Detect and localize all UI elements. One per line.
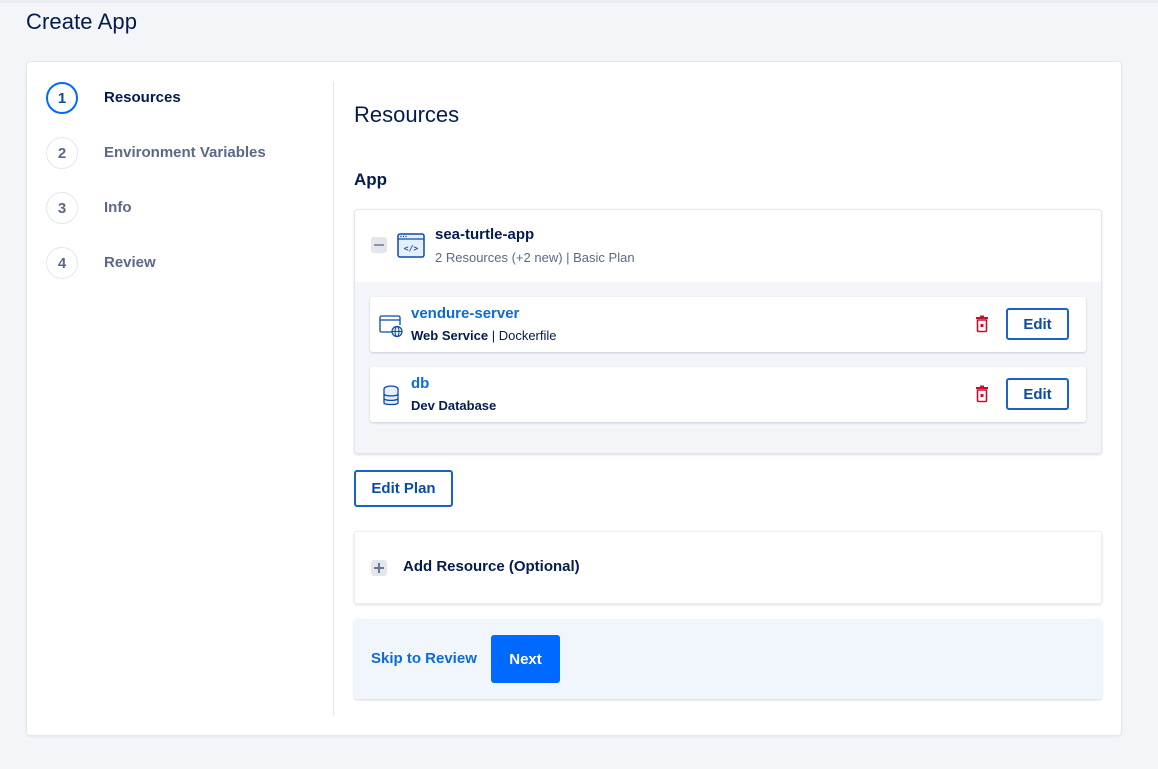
collapse-icon[interactable]	[371, 237, 387, 253]
edit-resource-button[interactable]: Edit	[1006, 378, 1069, 410]
step-label: Environment Variables	[104, 144, 266, 161]
page-title: Create App	[26, 9, 138, 34]
step-number: 3	[46, 192, 78, 224]
web-service-globe-icon	[379, 315, 403, 338]
step-label: Info	[104, 199, 132, 216]
section-title: Resources	[354, 102, 460, 127]
resource-card-db: db Dev Database Edit	[370, 367, 1086, 422]
next-button[interactable]: Next	[491, 635, 560, 683]
resource-name-link[interactable]: vendure-server	[411, 305, 519, 322]
code-window-icon: </>	[397, 233, 425, 258]
step-number: 2	[46, 137, 78, 169]
resource-meta: Dev Database	[411, 398, 496, 413]
resource-card-vendure-server: vendure-server Web Service | Dockerfile …	[370, 297, 1086, 352]
top-divider	[0, 0, 1158, 3]
app-meta: 2 Resources (+2 new) | Basic Plan	[435, 250, 635, 265]
app-subtitle: App	[354, 170, 388, 189]
step-list: 1 Resources 2 Environment Variables 3 In…	[46, 82, 326, 302]
database-icon	[383, 385, 399, 406]
vertical-divider	[333, 82, 334, 716]
resource-type: Web Service	[411, 328, 489, 343]
app-header: </> sea-turtle-app 2 Resources (+2 new) …	[355, 210, 1101, 282]
svg-text:</>: </>	[404, 244, 419, 253]
add-resource-panel[interactable]: Add Resource (Optional)	[354, 531, 1102, 604]
trash-icon[interactable]	[974, 315, 990, 333]
step-label: Resources	[104, 89, 181, 106]
resource-meta: Web Service | Dockerfile	[411, 328, 557, 343]
action-bar: Skip to Review Next	[354, 619, 1102, 699]
edit-resource-button[interactable]: Edit	[1006, 308, 1069, 340]
step-number: 4	[46, 247, 78, 279]
step-review[interactable]: 4 Review	[46, 247, 326, 302]
resource-source: Dockerfile	[498, 328, 557, 343]
edit-plan-button[interactable]: Edit Plan	[354, 470, 453, 507]
add-resource-label: Add Resource (Optional)	[403, 558, 580, 575]
step-info[interactable]: 3 Info	[46, 192, 326, 247]
trash-icon[interactable]	[974, 385, 990, 403]
step-resources[interactable]: 1 Resources	[46, 82, 326, 137]
resource-name-link[interactable]: db	[411, 375, 429, 392]
app-group: </> sea-turtle-app 2 Resources (+2 new) …	[354, 209, 1102, 454]
app-name: sea-turtle-app	[435, 226, 535, 243]
plus-icon[interactable]	[371, 560, 387, 576]
step-environment-variables[interactable]: 2 Environment Variables	[46, 137, 326, 192]
create-app-card: 1 Resources 2 Environment Variables 3 In…	[26, 61, 1122, 736]
resource-type: Dev Database	[411, 398, 497, 413]
step-label: Review	[104, 254, 156, 271]
step-number: 1	[46, 82, 78, 114]
skip-to-review-link[interactable]: Skip to Review	[371, 650, 477, 667]
